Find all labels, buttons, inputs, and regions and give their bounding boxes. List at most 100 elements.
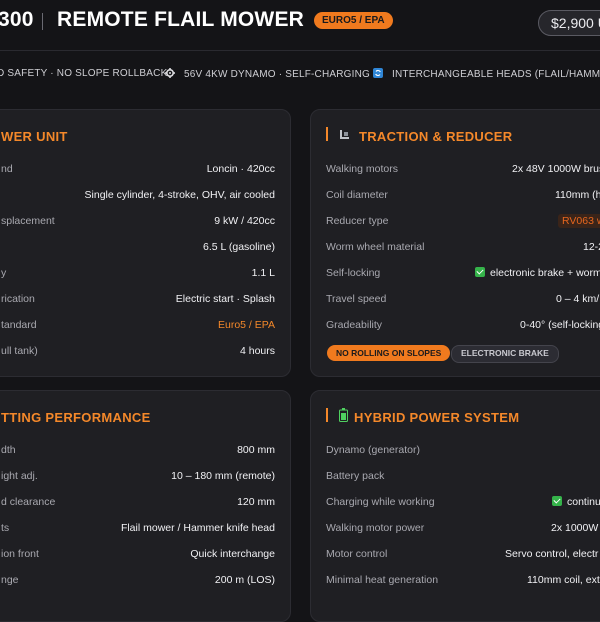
spec-value: Loncin · 420cc xyxy=(206,163,275,175)
spec-row: ight adj. 10 – 180 mm (remote) xyxy=(1,470,275,496)
spec-label: Coil diameter xyxy=(326,189,388,201)
checkmark-icon xyxy=(552,496,562,506)
spec-label: splacement xyxy=(1,215,55,227)
checkmark-icon xyxy=(475,267,485,277)
spec-row: Reducer type RV063 w xyxy=(326,214,600,241)
spec-row: rication Electric start · Splash xyxy=(1,293,275,319)
card-title: WER UNIT xyxy=(1,129,68,144)
spec-row: ion front Quick interchange xyxy=(1,548,275,574)
spec-value: 200 m (LOS) xyxy=(214,574,275,586)
emission-standard-badge: EURO5 / EPA xyxy=(314,12,393,29)
price-button[interactable]: $2,900 U xyxy=(538,10,600,36)
spec-value: 120 mm xyxy=(237,496,275,508)
spec-label: nd xyxy=(1,163,13,175)
spec-label: Gradeability xyxy=(326,319,383,331)
swap-icon xyxy=(373,68,383,78)
spec-row: Gradeability 0-40° (self-locking xyxy=(326,319,600,345)
spec-row: dth 800 mm xyxy=(1,444,275,470)
spec-label: Battery pack xyxy=(326,470,385,482)
spec-value: 6.5 L (gasoline) xyxy=(203,241,275,253)
spec-label: tandard xyxy=(1,319,37,331)
feature-label: D SAFETY · NO SLOPE ROLLBACK xyxy=(0,68,168,79)
spec-row: ull tank) 4 hours xyxy=(1,345,275,371)
battery-icon xyxy=(339,408,348,422)
spec-label: Reducer type xyxy=(326,215,389,227)
spec-label: ion front xyxy=(1,548,39,560)
spec-value: 12-2 xyxy=(583,241,600,253)
feature-item-dynamo: 56V 4KW DYNAMO · SELF-CHARGING xyxy=(165,68,370,80)
spec-value: Electric start · Splash xyxy=(175,293,275,305)
spec-label: dth xyxy=(1,444,16,456)
spec-value: 800 mm xyxy=(237,444,275,456)
spec-row: Single cylinder, 4-stroke, OHV, air cool… xyxy=(1,189,275,215)
spec-label: d clearance xyxy=(1,496,56,508)
spec-value: electronic brake + worm xyxy=(490,267,600,279)
title-divider xyxy=(42,13,43,30)
spec-value: 0 – 4 km/ xyxy=(556,293,600,305)
spec-row: Self-locking electronic brake + worm xyxy=(326,267,600,293)
card-title: TRACTION & REDUCER xyxy=(359,129,513,144)
spec-value: 10 – 180 mm (remote) xyxy=(171,470,275,482)
spec-row: splacement 9 kW / 420cc xyxy=(1,215,275,241)
spec-label: Walking motor power xyxy=(326,522,425,534)
spec-value: Servo control, electr xyxy=(505,548,599,560)
spec-label: ight adj. xyxy=(1,470,38,482)
spec-label: rication xyxy=(1,293,35,305)
tag-electronic-brake: ELECTRONIC BRAKE xyxy=(451,345,559,363)
tag-no-rolling: NO ROLLING ON SLOPES xyxy=(327,345,451,361)
spec-label: Minimal heat generation xyxy=(326,574,439,586)
spec-row: tandard Euro5 / EPA xyxy=(1,319,275,345)
spec-row: Worm wheel material 12-2 xyxy=(326,241,600,267)
reducer-type-chip: RV063 w xyxy=(558,214,600,228)
spec-value: Quick interchange xyxy=(190,548,275,560)
spec-label: ts xyxy=(1,522,10,534)
card-traction-reducer: TRACTION & REDUCER Walking motors 2x 48V… xyxy=(310,109,600,377)
spec-label: ull tank) xyxy=(1,345,38,357)
spec-value: 1.1 L xyxy=(251,267,275,279)
wrench-icon xyxy=(340,130,349,139)
spec-row: ts Flail mower / Hammer knife head xyxy=(1,522,275,548)
card-cutting-performance: TTING PERFORMANCE dth 800 mm ight adj. 1… xyxy=(0,390,291,622)
spec-value: 2x 48V 1000W brus xyxy=(512,163,600,175)
spec-value: Euro5 / EPA xyxy=(217,319,275,331)
spec-label: Motor control xyxy=(326,548,388,560)
spec-row: Coil diameter 110mm (h xyxy=(326,189,600,215)
spec-value: 110mm coil, exte xyxy=(527,574,600,586)
spec-row: Motor control Servo control, electr xyxy=(326,548,600,574)
spec-label: Worm wheel material xyxy=(326,241,425,253)
spec-value: 110mm (h xyxy=(555,189,600,201)
header-divider xyxy=(0,50,600,51)
feature-label: INTERCHANGEABLE HEADS (FLAIL/HAMMER) xyxy=(392,69,600,80)
spec-row: d clearance 120 mm xyxy=(1,496,275,522)
spec-value: 9 kW / 420cc xyxy=(214,215,275,227)
card-title-marker xyxy=(326,127,328,141)
spec-label: Charging while working xyxy=(326,496,435,508)
feature-label: 56V 4KW DYNAMO · SELF-CHARGING xyxy=(184,69,371,80)
spec-value: Flail mower / Hammer knife head xyxy=(120,522,275,534)
card-title: TTING PERFORMANCE xyxy=(1,410,151,425)
spec-value: 0-40° (self-locking xyxy=(520,319,600,331)
card-title: HYBRID POWER SYSTEM xyxy=(354,410,520,425)
spec-row: y 1.1 L xyxy=(1,267,275,293)
gear-icon xyxy=(165,68,175,78)
feature-item-heads: INTERCHANGEABLE HEADS (FLAIL/HAMMER) xyxy=(373,68,600,80)
header: 300 REMOTE FLAIL MOWER EURO5 / EPA $2,90… xyxy=(0,0,600,44)
spec-row: 6.5 L (gasoline) xyxy=(1,241,275,267)
spec-row: Walking motors 2x 48V 1000W brus xyxy=(326,163,600,189)
spec-label: nge xyxy=(1,574,19,586)
spec-row: Minimal heat generation 110mm coil, exte xyxy=(326,574,600,600)
spec-row: Battery pack xyxy=(326,470,600,496)
spec-value: continu xyxy=(567,496,600,508)
feature-strip: D SAFETY · NO SLOPE ROLLBACK 56V 4KW DYN… xyxy=(0,62,600,86)
spec-row: Charging while working continu xyxy=(326,496,600,522)
feature-item-safety: D SAFETY · NO SLOPE ROLLBACK xyxy=(0,68,167,79)
spec-label: Walking motors xyxy=(326,163,398,175)
spec-label: y xyxy=(1,267,7,279)
card-power-unit: WER UNIT nd Loncin · 420cc Single cylind… xyxy=(0,109,291,377)
spec-label: Self-locking xyxy=(326,267,381,279)
spec-label: Dynamo (generator) xyxy=(326,444,420,456)
model-number: 300 xyxy=(0,8,34,31)
spec-value: 2x 1000W e xyxy=(551,522,600,534)
spec-label: Travel speed xyxy=(326,293,387,305)
card-hybrid-power: HYBRID POWER SYSTEM Dynamo (generator) 5… xyxy=(310,390,600,622)
